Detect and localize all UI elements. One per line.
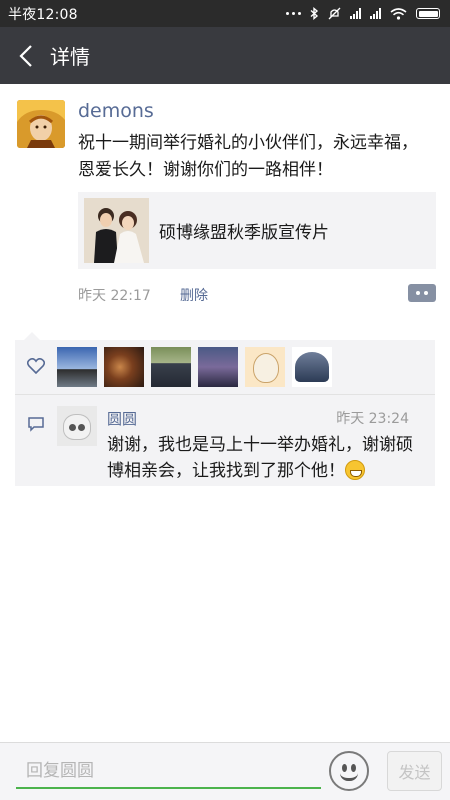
author-avatar[interactable] — [17, 100, 65, 148]
comment-icon — [28, 417, 44, 432]
link-title: 硕博缘盟秋季版宣传片 — [159, 223, 329, 243]
silent-icon — [328, 7, 341, 20]
chevron-left-icon — [19, 44, 32, 67]
status-time: 半夜12:08 — [8, 6, 78, 23]
liker-avatar[interactable] — [57, 347, 97, 387]
wifi-icon — [390, 7, 407, 20]
liker-avatar[interactable] — [151, 347, 191, 387]
emoji-button[interactable] — [329, 751, 369, 791]
grin-emoji-icon — [345, 460, 365, 480]
liker-avatar[interactable] — [245, 347, 285, 387]
post-author[interactable]: demons — [78, 100, 154, 122]
liker-avatar[interactable] — [198, 347, 238, 387]
back-button[interactable] — [2, 27, 50, 84]
status-icons — [286, 7, 440, 20]
link-thumbnail — [84, 198, 149, 263]
likes-row — [15, 340, 435, 394]
shared-link-card[interactable]: 硕博缘盟秋季版宣传片 — [78, 192, 436, 269]
signal-1-icon — [350, 8, 361, 19]
post-time: 昨天 22:17 — [78, 288, 151, 304]
comment-item[interactable]: 圆圆 昨天 23:24 谢谢，我也是马上十一举办婚礼，谢谢硕博相亲会，让我找到了… — [15, 395, 435, 486]
interaction-panel: 圆圆 昨天 23:24 谢谢，我也是马上十一举办婚礼，谢谢硕博相亲会，让我找到了… — [15, 340, 435, 486]
heart-icon — [27, 358, 45, 374]
interaction-arrow — [24, 332, 40, 340]
liker-avatar[interactable] — [104, 347, 144, 387]
liker-avatar[interactable] — [292, 347, 332, 387]
nav-bar: 详情 — [0, 27, 450, 84]
comment-time: 昨天 23:24 — [336, 411, 409, 427]
page-title: 详情 — [50, 45, 90, 69]
comment-text: 谢谢，我也是马上十一举办婚礼，谢谢硕博相亲会，让我找到了那个他！ — [107, 435, 413, 481]
reply-bar: 发送 — [0, 742, 450, 800]
cat-icon — [63, 414, 91, 440]
reply-input[interactable] — [16, 755, 321, 789]
battery-icon — [416, 8, 440, 19]
send-button[interactable]: 发送 — [387, 751, 442, 791]
signal-2-icon — [370, 8, 381, 19]
delete-link[interactable]: 删除 — [180, 285, 208, 305]
post-text: 祝十一期间举行婚礼的小伙伴们，永远幸福，恩爱长久！谢谢你们的一路相伴！ — [78, 133, 418, 180]
commenter-name[interactable]: 圆圆 — [107, 408, 137, 429]
commenter-avatar[interactable] — [57, 406, 97, 446]
liker-avatars — [57, 347, 332, 387]
notification-dots-icon — [286, 12, 301, 15]
status-bar: 半夜12:08 — [0, 0, 450, 27]
comment-text-wrap: 谢谢，我也是马上十一举办婚礼，谢谢硕博相亲会，让我找到了那个他！ — [107, 432, 429, 484]
bluetooth-icon — [310, 7, 319, 20]
comment-menu-button[interactable] — [408, 284, 436, 302]
avatar-portrait-icon — [17, 100, 65, 148]
